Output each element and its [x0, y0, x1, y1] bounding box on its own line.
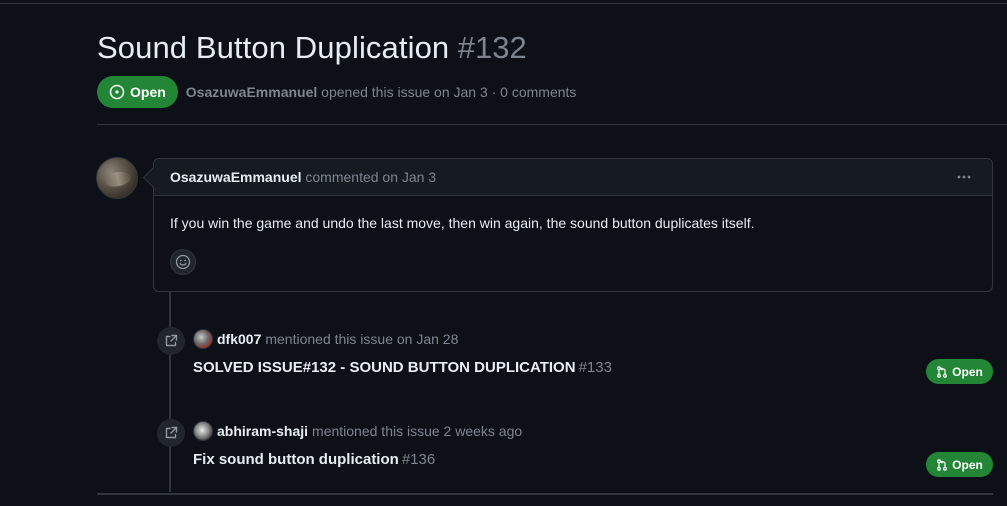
issue-opened-detail: opened this issue on Jan 3 · 0 comments: [321, 84, 577, 100]
avatar[interactable]: [193, 329, 213, 349]
pr-state-badge: Open: [926, 359, 993, 384]
event-user-link[interactable]: dfk007: [217, 331, 261, 347]
pr-number[interactable]: #136: [402, 451, 435, 468]
pr-state-label: Open: [952, 457, 983, 472]
issue-comment: OsazuwaEmmanuel commented on Jan 3 If yo…: [153, 158, 993, 292]
issue-number: #132: [457, 30, 527, 65]
comment-meta[interactable]: commented on Jan 3: [305, 169, 436, 185]
issue-state-badge: Open: [97, 76, 178, 108]
event-action: mentioned this issue 2 weeks ago: [312, 423, 523, 439]
bottom-divider: [97, 493, 993, 495]
issue-opened-icon: [109, 84, 125, 100]
kebab-horizontal-icon[interactable]: [956, 169, 972, 188]
comment-header: OsazuwaEmmanuel commented on Jan 3: [154, 159, 992, 196]
pr-link[interactable]: SOLVED ISSUE#132 - SOUND BUTTON DUPLICAT…: [193, 359, 612, 376]
pr-number[interactable]: #133: [579, 359, 612, 376]
avatar[interactable]: [96, 157, 138, 199]
pr-state-badge: Open: [926, 452, 993, 477]
pr-title[interactable]: Fix sound button duplication: [193, 451, 399, 468]
git-pull-request-icon: [937, 458, 948, 471]
avatar[interactable]: [193, 421, 213, 441]
pr-title[interactable]: SOLVED ISSUE#132 - SOUND BUTTON DUPLICAT…: [193, 359, 576, 376]
pr-link[interactable]: Fix sound button duplication #136: [193, 451, 435, 468]
event-user-link[interactable]: abhiram-shaji: [217, 423, 308, 439]
pr-state-label: Open: [952, 364, 983, 379]
add-reaction-button[interactable]: [170, 249, 196, 275]
timeline-line: [169, 292, 171, 492]
issue-state-label: Open: [130, 84, 166, 100]
issue-opened-text: OsazuwaEmmanuel opened this issue on Jan…: [186, 84, 577, 100]
issue-title: Sound Button Duplication: [97, 30, 450, 65]
cross-reference-icon: [157, 327, 185, 355]
top-divider: [0, 3, 1007, 4]
issue-title-row: Sound Button Duplication #132: [97, 30, 527, 66]
comment-body: If you win the game and undo the last mo…: [170, 215, 755, 231]
smiley-icon: [175, 254, 191, 270]
event-action: mentioned this issue on Jan 28: [265, 331, 459, 347]
issue-meta: Open OsazuwaEmmanuel opened this issue o…: [97, 76, 576, 108]
header-divider: [97, 124, 1007, 125]
issue-author-link[interactable]: OsazuwaEmmanuel: [186, 84, 318, 100]
cross-reference-icon: [157, 419, 185, 447]
git-pull-request-icon: [937, 365, 948, 378]
comment-author-link[interactable]: OsazuwaEmmanuel: [170, 169, 302, 185]
